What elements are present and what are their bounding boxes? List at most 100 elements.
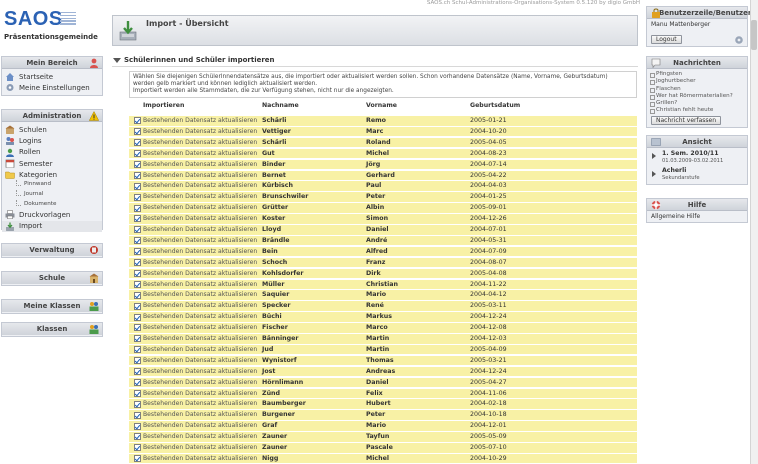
cell-vorname: Daniel (366, 378, 389, 386)
import-checkbox[interactable] (134, 357, 141, 365)
import-checkbox[interactable] (134, 204, 141, 212)
import-checkbox[interactable] (134, 346, 141, 354)
nav-sub-pinnwand[interactable]: Pinnwand (2, 180, 102, 190)
import-checkbox[interactable] (134, 171, 141, 179)
expand-arrow-icon (652, 153, 656, 159)
panel-ansicht: Ansicht 1. Sem. 2010/11 01.03.2009-03.02… (646, 135, 748, 185)
import-checkbox[interactable] (134, 215, 141, 223)
cell-geburtsdatum: 2004-10-20 (470, 127, 507, 135)
panel-title-hilfe[interactable]: Hilfe (647, 199, 747, 211)
saos-logo[interactable]: SAOS (4, 8, 63, 31)
nav-sub-journal[interactable]: Journal (2, 190, 102, 200)
import-checkbox[interactable] (134, 182, 141, 190)
scrollbar-thumb[interactable] (751, 20, 757, 50)
nav-schulen[interactable]: Schulen (2, 124, 102, 135)
import-checkbox[interactable] (134, 313, 141, 321)
table-row: Bestehenden Datensatz aktualisieren Fisch… (129, 323, 637, 333)
nav-logins[interactable]: Logins (2, 135, 102, 146)
cell-vorname: Christian (366, 280, 399, 288)
school-building-icon (89, 273, 99, 283)
import-checkbox[interactable] (134, 433, 141, 441)
import-checkbox[interactable] (134, 128, 141, 136)
import-action-label: Bestehenden Datensatz aktualisieren (143, 444, 258, 451)
cell-nachname: Specker (262, 302, 291, 310)
help-link[interactable]: Allgemeine Hilfe (647, 211, 747, 222)
cell-vorname: Albin (366, 204, 385, 212)
import-checkbox[interactable] (134, 160, 141, 168)
table-row: Bestehenden Datensatz aktualisieren Kürbi… (129, 181, 637, 191)
community-name: Präsentationsgemeinde (4, 33, 98, 41)
school-selector[interactable]: Acherli Sekundarstufe (647, 166, 747, 184)
nav-meine-einstellungen[interactable]: Meine Einstellungen (2, 82, 102, 93)
message-item[interactable]: Pfingsten (647, 71, 747, 79)
import-checkbox[interactable] (134, 291, 141, 299)
import-checkbox[interactable] (134, 400, 141, 408)
cell-nachname: Wynistorf (262, 356, 297, 364)
table-row: Bestehenden Datensatz aktualisieren Koste… (129, 214, 637, 224)
nav-import[interactable]: Import (2, 220, 102, 232)
cell-geburtsdatum: 2005-04-27 (470, 378, 507, 386)
nav-sub-dokumente[interactable]: Dokumente (2, 199, 102, 210)
import-checkbox[interactable] (134, 193, 141, 201)
import-checkbox[interactable] (134, 248, 141, 256)
compose-message-button[interactable]: Nachricht verfassen (651, 116, 722, 125)
import-action-label: Bestehenden Datensatz aktualisieren (143, 182, 258, 190)
import-checkbox[interactable] (134, 335, 141, 343)
user-settings-icon[interactable] (734, 35, 744, 45)
nav-startseite[interactable]: Startseite (2, 71, 102, 82)
import-checkbox[interactable] (134, 226, 141, 234)
message-item[interactable]: Wer hat Römermaterialien? (647, 93, 747, 101)
table-header: Importieren Nachname Vorname Geburtsdatu… (129, 102, 637, 112)
calendar-icon (5, 159, 15, 169)
group-icon (89, 302, 99, 311)
panel-title-meine-klassen[interactable]: Meine Klassen (2, 300, 102, 312)
page-scrollbar[interactable] (750, 0, 758, 464)
import-checkbox[interactable] (134, 444, 141, 452)
import-checkbox[interactable] (134, 368, 141, 376)
message-item[interactable]: Grillen? (647, 100, 747, 108)
panel-title-klassen[interactable]: Klassen (2, 323, 102, 335)
nav-druckvorlagen[interactable]: Druckvorlagen (2, 209, 102, 220)
import-action-label: Bestehenden Datensatz aktualisieren (143, 171, 258, 179)
import-checkbox[interactable] (134, 237, 141, 245)
import-checkbox[interactable] (134, 280, 141, 288)
nav-rollen[interactable]: Rollen (2, 147, 102, 158)
panel-title-nachrichten[interactable]: Nachrichten (647, 57, 747, 69)
panel-title-verwaltung[interactable]: Verwaltung (2, 244, 102, 256)
import-checkbox[interactable] (134, 117, 141, 125)
panel-mein-bereich: Mein Bereich Startseite Meine Einstellun… (1, 56, 103, 96)
import-checkbox[interactable] (134, 139, 141, 147)
import-checkbox[interactable] (134, 302, 141, 310)
panel-title-ansicht[interactable]: Ansicht (647, 136, 747, 148)
import-checkbox[interactable] (134, 269, 141, 277)
logout-button[interactable]: Logout (651, 35, 682, 44)
semester-selector[interactable]: 1. Sem. 2010/11 01.03.2009-03.02.2011 (647, 148, 747, 166)
message-item[interactable]: Joghurtbecher (647, 78, 747, 86)
table-row: Bestehenden Datensatz aktualisieren Lloyd… (129, 225, 637, 235)
import-checkbox[interactable] (134, 150, 141, 158)
import-checkbox[interactable] (134, 389, 141, 397)
classes-icon (89, 325, 99, 334)
verwaltung-icon (90, 246, 98, 254)
import-checkbox[interactable] (134, 455, 141, 463)
cell-geburtsdatum: 2005-03-11 (470, 302, 507, 310)
panel-title-mein-bereich[interactable]: Mein Bereich (2, 57, 102, 69)
import-checkbox[interactable] (134, 378, 141, 386)
import-checkbox[interactable] (134, 324, 141, 332)
import-checkbox[interactable] (134, 259, 141, 267)
import-checkbox[interactable] (134, 411, 141, 419)
nav-kategorien[interactable]: Kategorien (2, 169, 102, 180)
collapse-arrow-icon[interactable] (113, 58, 121, 63)
cell-geburtsdatum: 2004-05-31 (470, 236, 507, 244)
nav-semester[interactable]: Semester (2, 158, 102, 169)
table-row: Bestehenden Datensatz aktualisieren Saqui… (129, 290, 637, 300)
cell-nachname: Graf (262, 422, 278, 430)
table-row: Bestehenden Datensatz aktualisieren Berne… (129, 170, 637, 181)
panel-title-administration[interactable]: Administration (2, 110, 102, 122)
col-header-nachname: Nachname (262, 102, 299, 109)
speech-bubble-icon (651, 58, 661, 68)
import-checkbox[interactable] (134, 422, 141, 430)
message-item[interactable]: Christian fehlt heute (647, 107, 747, 115)
message-item[interactable]: Flaschen (647, 86, 747, 93)
panel-title-schule[interactable]: Schule (2, 272, 102, 284)
